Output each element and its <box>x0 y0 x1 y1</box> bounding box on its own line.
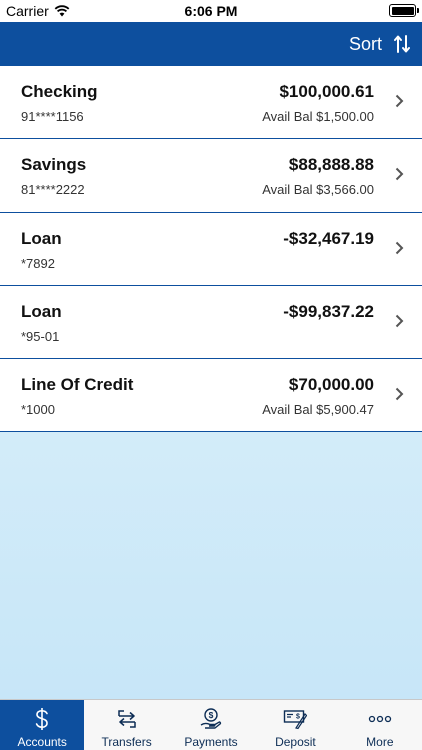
ellipsis-icon <box>368 707 392 731</box>
empty-list-area <box>0 432 422 699</box>
tab-label: Deposit <box>275 735 316 749</box>
svg-text:$: $ <box>209 710 214 720</box>
account-available-balance: Avail Bal $5,900.47 <box>262 402 374 418</box>
dollar-icon <box>34 707 50 731</box>
svg-text:$: $ <box>296 714 300 721</box>
account-name: Loan <box>21 228 62 248</box>
chevron-right-icon <box>395 241 404 255</box>
tab-transfers[interactable]: Transfers <box>84 700 168 750</box>
account-balance: $70,000.00 <box>288 375 374 395</box>
account-row-checking[interactable]: Checking 91****1156 $100,000.61 Avail Ba… <box>0 66 422 140</box>
status-right <box>389 4 419 17</box>
tab-label: Accounts <box>17 735 67 749</box>
nav-bar: Sort <box>0 22 422 66</box>
tab-label: Payments <box>184 735 238 749</box>
tab-payments[interactable]: $ Payments <box>169 700 253 750</box>
battery-icon <box>389 4 419 17</box>
account-balance: $100,000.61 <box>279 82 374 101</box>
account-name: Line Of Credit <box>21 375 134 395</box>
account-row-loan[interactable]: Loan *95-01 -$99,837.22 <box>0 285 422 360</box>
account-number: *95-01 <box>21 328 60 344</box>
sort-button[interactable]: Sort <box>349 22 410 66</box>
chevron-right-icon <box>395 167 404 181</box>
tab-deposit[interactable]: $ Deposit <box>253 700 337 750</box>
sort-arrows-icon <box>394 34 410 54</box>
account-row-line-of-credit[interactable]: Line Of Credit *1000 $70,000.00 Avail Ba… <box>0 359 422 433</box>
tab-accounts[interactable]: Accounts <box>0 700 85 750</box>
tab-label: Transfers <box>101 735 152 749</box>
check-deposit-icon: $ <box>283 707 308 731</box>
account-name: Loan <box>21 301 62 321</box>
account-number: *1000 <box>21 402 55 418</box>
account-available-balance: Avail Bal $1,500.00 <box>262 109 374 124</box>
account-number: 91****1156 <box>21 109 84 124</box>
account-available-balance: Avail Bal $3,566.00 <box>262 182 374 198</box>
tab-more[interactable]: More <box>338 700 422 750</box>
account-name: Savings <box>21 155 87 175</box>
account-number: *7892 <box>21 255 55 271</box>
account-balance: -$99,837.22 <box>283 301 374 321</box>
sort-label: Sort <box>348 33 382 54</box>
status-time: 6:06 PM <box>184 3 238 19</box>
account-number: 81****2222 <box>21 182 85 198</box>
account-row-savings[interactable]: Savings 81****2222 $88,888.88 Avail Bal … <box>0 139 422 213</box>
tab-bar: Accounts Transfers $ Payments $ Deposit … <box>0 699 422 750</box>
chevron-right-icon <box>395 94 404 108</box>
account-row-loan[interactable]: Loan *7892 -$32,467.19 <box>0 212 422 286</box>
account-list: Checking 91****1156 $100,000.61 Avail Ba… <box>0 66 422 433</box>
account-balance: $88,888.88 <box>288 155 374 175</box>
account-balance: -$32,467.19 <box>283 228 374 248</box>
transfer-arrows-icon <box>116 707 138 731</box>
hand-dollar-icon: $ <box>199 707 223 731</box>
tab-label: More <box>366 735 394 749</box>
account-name: Checking <box>21 82 98 101</box>
chevron-right-icon <box>395 314 404 328</box>
chevron-right-icon <box>395 387 404 401</box>
status-bar: Carrier 6:06 PM <box>0 0 422 22</box>
